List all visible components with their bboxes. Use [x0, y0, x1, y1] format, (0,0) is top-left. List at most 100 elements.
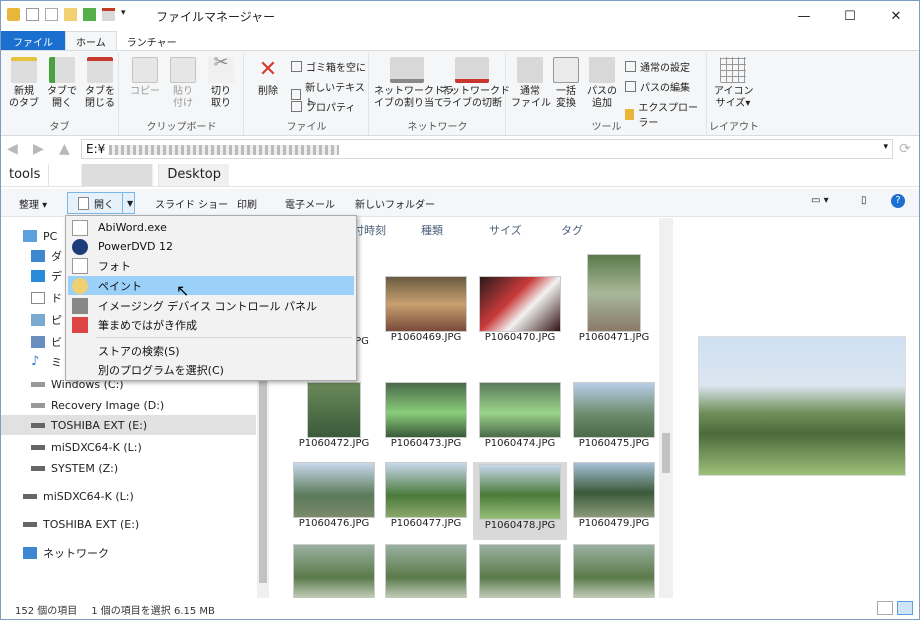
slideshow-button[interactable]: スライド ショー: [155, 196, 228, 211]
preview-pane-icon[interactable]: ▯: [861, 195, 867, 206]
delete-button[interactable]: ✕ 削除: [249, 57, 287, 98]
normal-settings-button[interactable]: 通常の設定: [625, 59, 690, 74]
properties-button[interactable]: プロパティ: [291, 99, 355, 114]
up-arrow-icon[interactable]: ▲: [59, 141, 70, 157]
column-type[interactable]: 種類: [421, 222, 443, 238]
refresh-icon[interactable]: ⟳: [899, 141, 911, 157]
tab-home[interactable]: ホーム: [65, 31, 117, 51]
file-item[interactable]: P1060473.JPG: [381, 382, 471, 449]
file-item-selected[interactable]: P1060478.JPG: [473, 462, 567, 540]
file-item[interactable]: P1060470.JPG: [475, 276, 565, 343]
column-date[interactable]: 付時刻: [353, 222, 386, 238]
tab-file[interactable]: ファイル: [1, 31, 65, 51]
convert-icon: [553, 57, 579, 83]
file-item[interactable]: P1060471.JPG: [569, 254, 659, 343]
file-item[interactable]: P1060469.JPG: [381, 276, 471, 343]
close-button[interactable]: ✕: [873, 1, 919, 31]
open-tab-button[interactable]: タブで 開く: [43, 57, 81, 110]
new-folder-button[interactable]: 新しいフォルダー: [355, 196, 435, 211]
file-item[interactable]: [289, 544, 379, 598]
nav-item-drive-l[interactable]: miSDXC64-K (L:): [1, 437, 256, 457]
clipboard-group-label: クリップボード: [146, 122, 217, 133]
green-icon[interactable]: [83, 8, 96, 21]
cut-button[interactable]: ✂ 切り 取り: [202, 54, 240, 110]
print-button[interactable]: 印刷: [237, 196, 257, 211]
chevron-down-icon[interactable]: ▼: [127, 199, 133, 208]
menu-item-photos[interactable]: フォト: [68, 256, 354, 275]
view-options-icon[interactable]: ▭ ▾: [811, 195, 829, 206]
file-scrollbar[interactable]: [659, 218, 673, 598]
menu-item-imaging-control-panel[interactable]: イメージング デバイス コントロール パネル: [68, 296, 354, 315]
edit-path-button[interactable]: パスの編集: [625, 79, 690, 94]
nav-item-drive-e[interactable]: TOSHIBA EXT (E:): [1, 415, 256, 435]
paste-button[interactable]: 貼り 付け: [164, 57, 202, 110]
empty-trash-button[interactable]: ゴミ箱を空に: [291, 59, 366, 74]
maximize-button[interactable]: ☐: [827, 1, 873, 31]
thumbnail: [307, 382, 361, 438]
nav-item-drive-z[interactable]: SYSTEM (Z:): [1, 458, 256, 478]
chevron-down-icon[interactable]: ▾: [883, 142, 888, 152]
email-button[interactable]: 電子メール: [285, 196, 335, 211]
thumbnails-view-icon[interactable]: [897, 601, 913, 615]
crumb-tools[interactable]: tools: [1, 163, 50, 186]
file-item[interactable]: [381, 544, 471, 598]
delete-icon[interactable]: [102, 8, 115, 21]
disconnect-drive-button[interactable]: ネットワークド ライブの切断: [440, 57, 510, 110]
redacted-path: [109, 144, 340, 155]
properties-icon[interactable]: [26, 8, 39, 21]
drive-icon: [31, 444, 45, 450]
crumb-desktop[interactable]: Desktop: [159, 163, 230, 186]
download-icon[interactable]: [45, 8, 58, 21]
open-button[interactable]: 開く ▼: [67, 192, 135, 214]
close-tab-button[interactable]: タブを 閉じる: [81, 57, 119, 110]
file-item[interactable]: P1060477.JPG: [381, 462, 471, 529]
tab-launcher[interactable]: ランチャー: [117, 31, 187, 51]
menu-item-store-search[interactable]: ストアの検索(S): [68, 341, 354, 360]
file-item[interactable]: [475, 544, 565, 598]
file-item[interactable]: P1060474.JPG: [475, 382, 565, 449]
file-item[interactable]: P1060475.JPG: [569, 382, 659, 449]
bulk-convert-button[interactable]: 一括 変換: [547, 57, 585, 110]
quick-access-toolbar: ▾: [7, 8, 126, 21]
nav-item-removable-e[interactable]: TOSHIBA EXT (E:): [1, 514, 256, 534]
thumbnail: [573, 462, 655, 518]
back-arrow-icon[interactable]: ◀: [7, 141, 18, 157]
column-tag[interactable]: タグ: [561, 222, 583, 238]
new-tab-button[interactable]: 新規 のタブ: [5, 57, 43, 110]
mouse-cursor-icon: ↖: [176, 281, 190, 300]
file-item[interactable]: [569, 544, 659, 598]
file-item[interactable]: P1060479.JPG: [569, 462, 659, 529]
nav-item-network[interactable]: ネットワーク: [1, 543, 256, 563]
forward-arrow-icon[interactable]: ▶: [33, 141, 44, 157]
nav-item-drive-d[interactable]: Recovery Image (D:): [1, 395, 256, 415]
file-item[interactable]: P1060476.JPG: [289, 462, 379, 529]
organize-button[interactable]: 整理 ▾: [19, 196, 47, 211]
grid-icon: [720, 57, 746, 83]
menu-item-powerdvd[interactable]: PowerDVD 12: [68, 237, 354, 256]
crumb-redacted[interactable]: [49, 163, 160, 186]
new-folder-icon[interactable]: [64, 8, 77, 21]
tools-group: 通常 ファイル 一括 変換 パスの 追加 通常の設定 パスの編集 エクスプローラ…: [507, 53, 707, 135]
file-item[interactable]: P1060472.JPG: [289, 382, 379, 449]
chevron-down-icon[interactable]: ▾: [121, 8, 126, 21]
new-tab-icon: [11, 57, 37, 83]
menu-item-fudemame[interactable]: 筆まめではがき作成: [68, 315, 354, 334]
minimize-button[interactable]: —: [781, 1, 827, 31]
file-group: ✕ 削除 ゴミ箱を空に 新しいテキスト プロパティ ファイル: [245, 53, 369, 135]
menu-item-paint[interactable]: ペイント: [68, 276, 354, 295]
address-input[interactable]: E:¥ ▾: [81, 139, 893, 159]
normal-file-button[interactable]: 通常 ファイル: [511, 57, 551, 110]
column-size[interactable]: サイズ: [489, 222, 522, 238]
nav-item-removable-l[interactable]: miSDXC64-K (L:): [1, 486, 256, 506]
network-group: ネットワークドラ イブの割り当て ネットワークド ライブの切断 ネットワーク: [370, 53, 510, 135]
copy-button[interactable]: コピー: [126, 57, 164, 98]
map-drive-button[interactable]: ネットワークドラ イブの割り当て: [374, 57, 454, 110]
help-icon[interactable]: ?: [891, 194, 905, 208]
thumbnail: [385, 276, 467, 332]
menu-item-abiword[interactable]: AbiWord.exe: [68, 218, 354, 237]
menu-item-choose-program[interactable]: 別のプログラムを選択(C): [68, 360, 354, 379]
icon-size-button[interactable]: アイコン サイズ▾: [714, 57, 754, 110]
add-path-button[interactable]: パスの 追加: [583, 57, 621, 110]
drive-icon: [23, 493, 37, 499]
details-view-icon[interactable]: [877, 601, 893, 615]
